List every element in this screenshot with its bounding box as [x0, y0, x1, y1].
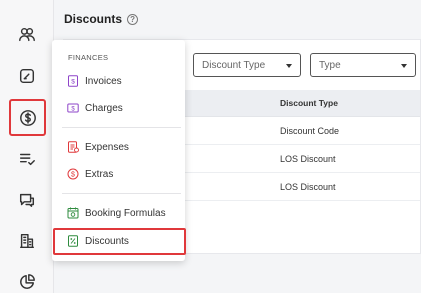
menu-item-expenses[interactable]: Expenses — [67, 138, 129, 156]
menu-item-label: Extras — [85, 168, 114, 180]
column-header-discount-type[interactable]: Discount Type — [280, 98, 338, 108]
building-icon[interactable] — [12, 226, 42, 256]
type-select[interactable]: Type — [310, 53, 416, 77]
pie-chart-icon[interactable] — [12, 267, 42, 293]
menu-heading: FINANCES — [68, 53, 109, 62]
menu-item-label: Booking Formulas — [85, 207, 166, 219]
table-cell-discount-type: Discount Code — [280, 126, 340, 136]
chevron-down-icon — [401, 64, 407, 68]
menu-divider — [62, 127, 181, 128]
menu-item-charges[interactable]: $ Charges — [67, 99, 123, 117]
help-icon[interactable]: ? — [127, 13, 139, 25]
discount-type-select-value: Discount Type — [202, 59, 266, 71]
menu-item-label: Invoices — [85, 75, 122, 87]
chevron-down-icon — [286, 64, 292, 68]
table-cell-discount-type: LOS Discount — [280, 182, 336, 192]
menu-item-label: Expenses — [85, 141, 129, 153]
dollar-icon[interactable] — [9, 99, 46, 136]
charges-icon: $ — [67, 102, 79, 114]
menu-item-booking-formulas[interactable]: Booking Formulas — [67, 204, 166, 222]
invoice-icon: $ — [67, 75, 79, 87]
svg-text:$: $ — [71, 172, 75, 179]
menu-item-invoices[interactable]: $ Invoices — [67, 72, 122, 90]
calculator-icon — [67, 207, 79, 219]
sidebar — [0, 0, 54, 293]
menu-divider — [62, 193, 181, 194]
menu-item-extras[interactable]: $ Extras — [67, 165, 113, 183]
menu-item-label: Charges — [85, 102, 123, 114]
checklist-icon[interactable] — [12, 144, 42, 174]
page-title: Discounts ? — [64, 12, 139, 26]
chat-icon[interactable] — [12, 185, 42, 215]
extras-icon: $ — [67, 168, 79, 180]
users-icon[interactable] — [12, 20, 42, 50]
table-cell-discount-type: LOS Discount — [280, 154, 336, 164]
discount-type-select[interactable]: Discount Type — [193, 53, 301, 77]
page-title-text: Discounts — [64, 12, 123, 26]
type-select-value: Type — [319, 59, 341, 71]
selected-menu-highlight — [53, 228, 186, 255]
edit-icon[interactable] — [12, 61, 42, 91]
svg-text:$: $ — [71, 79, 75, 86]
expenses-icon — [67, 141, 79, 153]
